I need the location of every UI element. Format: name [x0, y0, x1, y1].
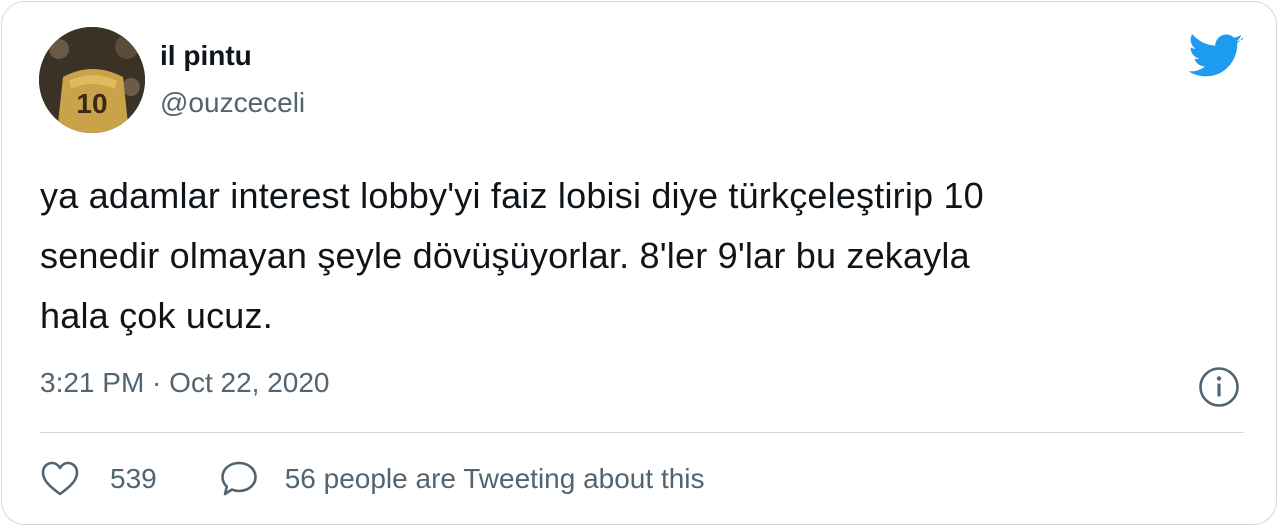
- author-display-name[interactable]: il pintu: [160, 39, 252, 73]
- engagement-bar: 539 56 people are Tweeting about this: [40, 456, 705, 502]
- tweet-timestamp[interactable]: 3:21 PM · Oct 22, 2020: [40, 365, 330, 401]
- author-handle[interactable]: @ouzceceli: [160, 86, 305, 120]
- divider: [40, 432, 1244, 433]
- like-count[interactable]: 539: [110, 463, 157, 495]
- tweet-text-line: hala çok ucuz.: [40, 295, 273, 336]
- speech-bubble-icon[interactable]: [219, 459, 259, 499]
- tweet-text: ya adamlar interest lobby'yi faiz lobisi…: [40, 166, 1240, 346]
- tweet-text-line: senedir olmayan şeyle dövüşüyorlar. 8'le…: [40, 235, 970, 276]
- tweet-card[interactable]: 10 il pintu @ouzceceli ya adamlar intere…: [1, 1, 1277, 525]
- heart-icon[interactable]: [40, 459, 80, 499]
- tweeting-about-link[interactable]: 56 people are Tweeting about this: [285, 463, 705, 495]
- info-icon[interactable]: [1198, 366, 1240, 408]
- tweet-text-line: ya adamlar interest lobby'yi faiz lobisi…: [40, 175, 984, 216]
- avatar[interactable]: 10: [39, 27, 145, 133]
- twitter-bird-icon[interactable]: [1188, 34, 1244, 80]
- jersey-number: 10: [76, 88, 107, 119]
